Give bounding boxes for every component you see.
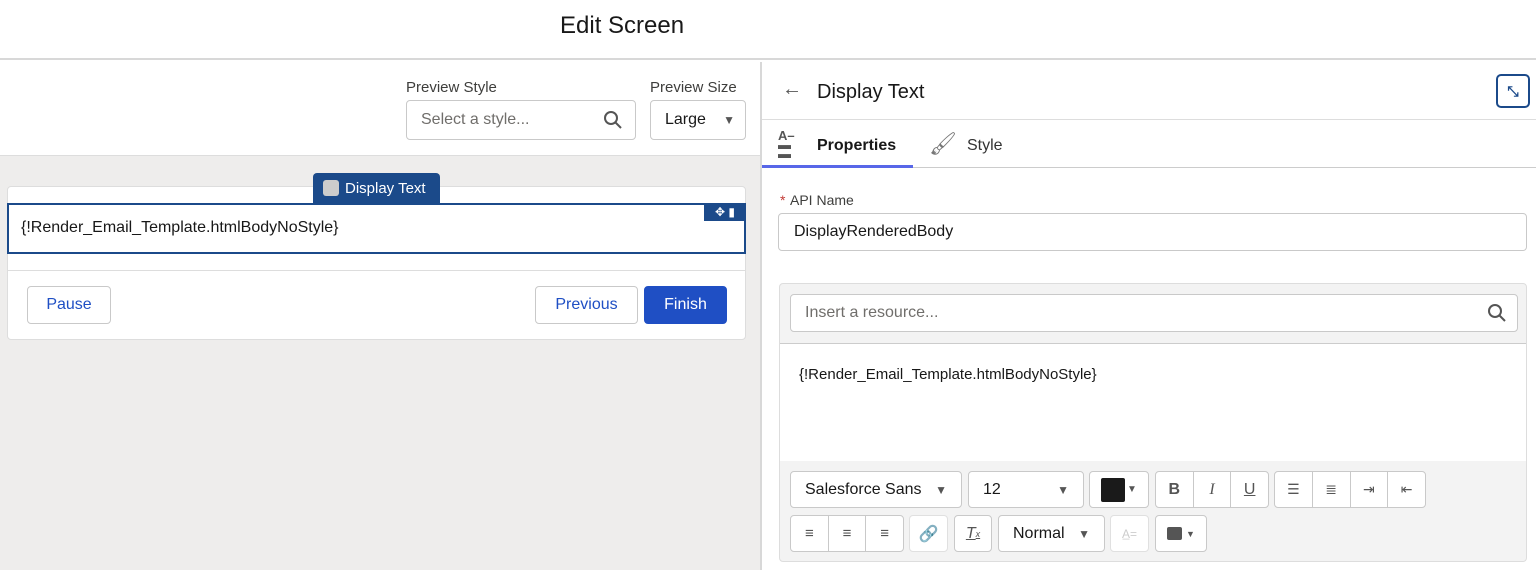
numbered-list-icon[interactable]: ≣ — [1313, 472, 1351, 507]
display-text-component[interactable]: {!Render_Email_Template.htmlBodyNoStyle} — [7, 203, 746, 254]
rich-text-editor: Insert a resource... {!Render_Email_Temp… — [779, 283, 1527, 562]
header: Edit Screen — [0, 0, 1536, 60]
clear-format-icon[interactable]: Tx — [954, 515, 992, 552]
paintbrush-icon: 🖌 — [929, 131, 957, 156]
chevron-down-icon: ▼ — [723, 113, 735, 127]
component-tab[interactable]: Display Text — [313, 173, 440, 203]
preview-size-label: Preview Size — [650, 79, 737, 96]
font-size-select[interactable]: 12 ▼ — [968, 471, 1084, 508]
align-center-icon[interactable]: ≡ — [829, 516, 867, 551]
chevron-down-icon: ▼ — [1186, 528, 1195, 539]
image-button[interactable]: ▼ — [1155, 515, 1207, 552]
font-value: Salesforce Sans — [805, 480, 922, 498]
display-text-icon — [323, 180, 339, 196]
preview-style-placeholder: Select a style... — [421, 111, 530, 128]
editor-content[interactable]: {!Render_Email_Template.htmlBodyNoStyle} — [780, 343, 1526, 461]
color-swatch — [1101, 477, 1126, 502]
required-marker: * — [780, 192, 786, 208]
align-left-icon[interactable]: ≡ — [791, 516, 829, 551]
preview-options: Preview Style Select a style... Preview … — [0, 62, 760, 156]
divider — [8, 270, 745, 271]
align-right-icon[interactable]: ≡ — [866, 516, 903, 551]
bold-button[interactable]: B — [1156, 472, 1194, 507]
component-tools: ✥ ▮ — [704, 203, 746, 221]
pause-button[interactable]: Pause — [27, 286, 111, 324]
tab-label: Properties — [817, 137, 897, 154]
format-value: Normal — [1013, 524, 1065, 542]
chevron-down-icon: ▼ — [1057, 482, 1069, 497]
size-value: 12 — [983, 480, 1001, 498]
preview-pane: Preview Style Select a style... Preview … — [0, 62, 760, 570]
collapse-icon: ⤡ — [1507, 82, 1519, 99]
outdent-icon[interactable]: ⇤ — [1388, 472, 1425, 507]
image-icon — [1167, 527, 1183, 540]
tab-label: Style — [967, 137, 1003, 154]
tab-style[interactable]: 🖌 Style — [927, 121, 1017, 168]
font-family-select[interactable]: Salesforce Sans ▼ — [790, 471, 962, 508]
tab-properties[interactable]: A– ▬ ▬ Properties — [762, 121, 913, 168]
editor-text: {!Render_Email_Template.htmlBodyNoStyle} — [799, 366, 1097, 383]
link-icon[interactable]: 🔗 — [909, 515, 948, 552]
chevron-down-icon: ▼ — [935, 482, 947, 497]
search-icon — [1488, 304, 1506, 322]
text-color-button[interactable]: ▼ — [1089, 471, 1149, 508]
panel-title: Display Text — [817, 81, 925, 103]
underline-button[interactable]: U — [1231, 472, 1268, 507]
component-tab-label: Display Text — [345, 179, 426, 197]
indent-icon[interactable]: ⇥ — [1351, 472, 1389, 507]
align-group: ≡ ≡ ≡ — [790, 515, 904, 552]
previous-button[interactable]: Previous — [535, 286, 638, 324]
panel-header: ← Display Text ⤡ — [762, 62, 1536, 120]
resource-input[interactable]: Insert a resource... — [790, 294, 1518, 332]
properties-icon: A– ▬ ▬ — [778, 128, 795, 161]
list-group: ☰ ≣ ⇥ ⇤ — [1274, 471, 1426, 508]
preview-style-input[interactable]: Select a style... — [406, 100, 636, 140]
text-direction-icon[interactable]: A̲= — [1110, 515, 1149, 552]
preview-style-label: Preview Style — [406, 79, 497, 96]
format-group: B I U — [1155, 471, 1269, 508]
bullet-list-icon[interactable]: ☰ — [1275, 472, 1313, 507]
preview-size-value: Large — [665, 111, 706, 128]
panel-tabs: A– ▬ ▬ Properties 🖌 Style — [762, 121, 1536, 168]
api-name-input[interactable]: DisplayRenderedBody — [778, 213, 1527, 251]
chevron-down-icon: ▼ — [1127, 484, 1137, 495]
page-title: Edit Screen — [560, 12, 685, 39]
preview-size-select[interactable]: Large ▼ — [650, 100, 746, 140]
italic-button[interactable]: I — [1194, 472, 1232, 507]
resource-placeholder: Insert a resource... — [805, 304, 939, 321]
search-icon — [604, 111, 622, 129]
collapse-button[interactable]: ⤡ — [1496, 74, 1530, 108]
finish-button[interactable]: Finish — [644, 286, 727, 324]
delete-icon[interactable]: ▮ — [728, 205, 735, 219]
paragraph-format-select[interactable]: Normal ▼ — [998, 515, 1105, 552]
properties-panel: ← Display Text ⤡ A– ▬ ▬ Properties 🖌 Style… — [760, 62, 1536, 570]
chevron-down-icon: ▼ — [1078, 526, 1090, 541]
back-arrow-icon[interactable]: ← — [782, 78, 802, 101]
move-icon[interactable]: ✥ — [715, 205, 725, 219]
api-name-value: DisplayRenderedBody — [794, 223, 954, 240]
api-name-label: API Name — [790, 192, 854, 208]
component-value: {!Render_Email_Template.htmlBodyNoStyle} — [21, 219, 339, 236]
